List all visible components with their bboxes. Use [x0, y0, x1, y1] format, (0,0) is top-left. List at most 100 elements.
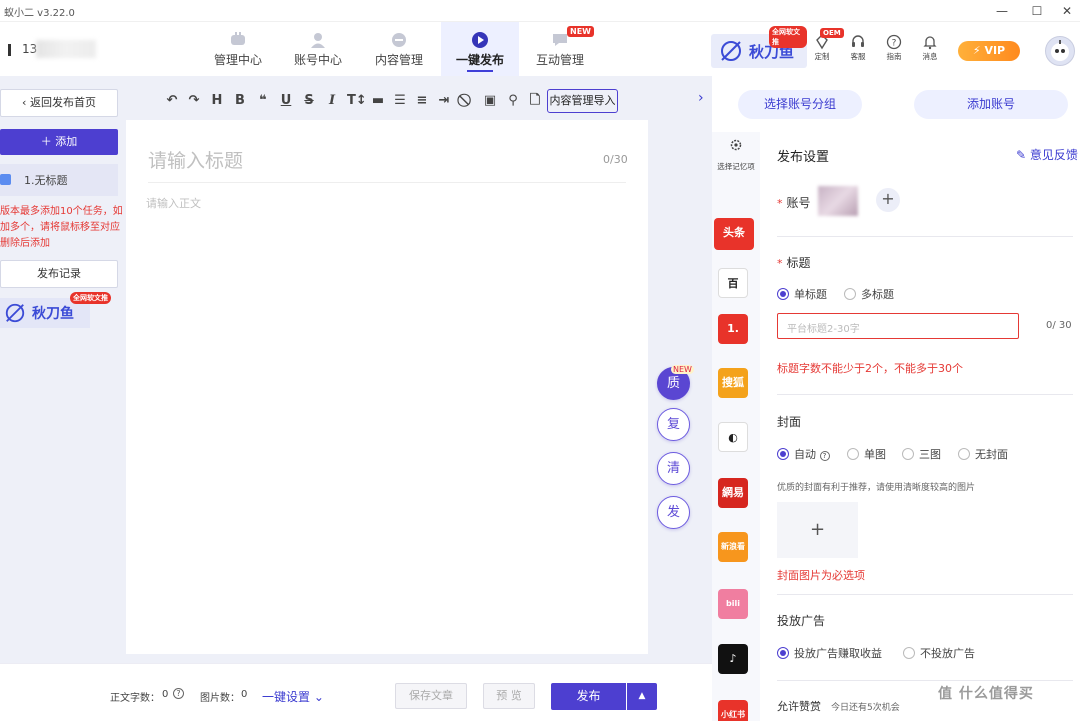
platform-10-icon[interactable]: 小红书 [718, 700, 748, 721]
import-content-button[interactable]: 内容管理导入 [547, 89, 618, 113]
ad-on-radio[interactable]: 投放广告赚取收益 [777, 645, 882, 661]
single-title-radio[interactable]: 单标题 [777, 286, 827, 302]
user-name: 13 [22, 42, 38, 56]
platform-title-input[interactable]: 平台标题2-30字 [777, 313, 1019, 339]
undo-icon[interactable]: ↶ [164, 93, 180, 109]
avatar[interactable] [1045, 36, 1075, 66]
minimize-button[interactable]: — [987, 2, 1017, 20]
editor-area: 请输入标题 0/30 请输入正文 [126, 120, 648, 654]
platform-8-icon[interactable]: bili [718, 589, 748, 619]
feedback-label: 意见反馈 [1029, 148, 1078, 162]
underline-icon[interactable]: U [278, 93, 294, 109]
one-click-settings-link[interactable]: 一键设置 ⌄ [262, 688, 324, 705]
tab-account-center[interactable]: 账号中心 [279, 22, 357, 76]
body-input[interactable]: 请输入正文 [146, 195, 201, 211]
indent-icon[interactable]: ⇥ [436, 93, 452, 109]
bold-icon[interactable]: B [232, 93, 248, 109]
tab-content-management[interactable]: 内容管理 [360, 22, 438, 76]
platform-7-icon[interactable]: 新浪看 [718, 532, 748, 562]
cover-label: 封面 [777, 415, 802, 429]
close-button[interactable]: ✕ [1052, 2, 1080, 20]
title-label: * 标题 [777, 254, 811, 271]
app-title: 蚁小二 v3.22.0 [4, 8, 75, 19]
strike-icon[interactable]: S [301, 93, 317, 109]
title-divider [148, 182, 626, 183]
history-button[interactable]: 发布记录 [0, 260, 118, 288]
watermark: 值 什么值得买 [938, 686, 1034, 702]
list-icon[interactable]: ☰ [392, 93, 408, 109]
tab-management-center[interactable]: 管理中心 [199, 22, 277, 76]
add-account-button[interactable]: 添加账号 [914, 90, 1068, 119]
brand-banner[interactable]: 秋刀鱼 全网软文推 [711, 26, 807, 68]
platform-5-icon[interactable]: ◐ [718, 422, 748, 452]
account-avatar[interactable] [818, 186, 858, 216]
preview-button[interactable]: 预 览 [483, 683, 535, 709]
radio-checked-icon [777, 647, 789, 659]
publish-button[interactable]: 发布 [551, 683, 626, 710]
radio-icon [958, 448, 970, 460]
multi-title-radio[interactable]: 多标题 [844, 286, 894, 302]
publish-float-button[interactable]: 发 [657, 496, 690, 529]
cover-tip: 优质的封面有利于推荐，请使用清晰度较高的图片 [777, 483, 976, 493]
cover-upload-button[interactable]: + [777, 502, 858, 558]
radio-icon [847, 448, 859, 460]
clear-icon[interactable]: ⃠ [459, 93, 475, 109]
memory-button[interactable]: 选择记忆项 [712, 136, 760, 172]
ad-off-radio[interactable]: 不投放广告 [903, 645, 975, 661]
cover-single-radio[interactable]: 单图 [847, 446, 886, 462]
platform-1-icon[interactable]: 头条 [714, 218, 754, 250]
clear-button[interactable]: 清 [657, 452, 690, 485]
platform-9-icon[interactable]: ♪ [718, 644, 748, 674]
platform-3-icon[interactable]: 1. [718, 314, 748, 344]
custom-button[interactable]: 定制 OEM [806, 28, 844, 72]
search-icon[interactable]: ⚲ [505, 93, 521, 109]
vip-button[interactable]: ⚡ VIP [958, 41, 1020, 61]
hr-icon[interactable]: ▬ [370, 93, 386, 109]
collapse-arrow-icon[interactable]: › [698, 90, 704, 106]
bottom-bar: 正文字数： 0 ? 图片数： 0 一键设置 ⌄ 保存文章 预 览 发布 ▲ [0, 663, 712, 721]
guide-button[interactable]: ? 指南 [878, 32, 910, 72]
service-label: 客服 [850, 52, 866, 61]
quote-icon[interactable]: ❝ [255, 93, 271, 109]
cover-none-radio[interactable]: 无封面 [958, 446, 1008, 462]
file-icon[interactable]: 🗋 [527, 93, 543, 109]
save-button[interactable]: 保存文章 [395, 683, 467, 709]
platform-2-icon[interactable]: 百 [718, 268, 748, 298]
help-icon[interactable]: ? [173, 688, 184, 699]
title-input[interactable]: 请输入标题 [148, 146, 243, 173]
ad-on-label: 投放广告赚取收益 [794, 647, 882, 660]
maximize-button[interactable]: ☐ [1022, 2, 1052, 20]
redo-icon[interactable]: ↷ [186, 93, 202, 109]
back-button[interactable]: ‹ 返回发布首页 [0, 89, 118, 117]
publish-float-label: 发 [666, 505, 680, 520]
add-account-plus-button[interactable]: + [876, 188, 900, 212]
active-indicator [467, 70, 493, 72]
feedback-link[interactable]: ✎ 意见反馈 [1016, 146, 1078, 163]
add-task-button[interactable]: ＋ 添加 [0, 129, 118, 155]
task-limit-notice: 版本最多添加10个任务，如 加多个，请将鼠标移至对应 删除后添加 [0, 206, 123, 249]
tab-one-click-publish[interactable]: 一键发布 [441, 22, 519, 76]
task-item[interactable]: 1.无标题 [0, 164, 118, 196]
select-group-button[interactable]: 选择账号分组 [738, 90, 862, 119]
copy-button[interactable]: 复 [657, 408, 690, 441]
radio-checked-icon [777, 448, 789, 460]
cover-auto-radio[interactable]: 自动 ? [777, 446, 830, 462]
brand-banner-left[interactable]: 秋刀鱼 全网软文推 [0, 292, 111, 328]
tab-label: 互动管理 [535, 53, 584, 67]
svg-text:?: ? [892, 39, 897, 49]
platform-4-icon[interactable]: 搜狐 [718, 368, 748, 398]
messages-button[interactable]: 消息 [914, 32, 946, 72]
cover-three-radio[interactable]: 三图 [902, 446, 941, 462]
publish-options-button[interactable]: ▲ [627, 683, 657, 710]
service-button[interactable]: 客服 [842, 32, 874, 72]
image-icon[interactable]: ▣ [482, 93, 498, 109]
divider [777, 680, 1073, 681]
messages-label: 消息 [922, 52, 938, 61]
align-icon[interactable]: ≡ [414, 93, 430, 109]
heading-icon[interactable]: H [209, 93, 225, 109]
plus-icon: ＋ [40, 135, 56, 148]
platform-6-icon[interactable]: 網易 [718, 478, 748, 508]
italic-icon[interactable]: I [324, 93, 340, 109]
font-size-icon[interactable]: T↕ [347, 93, 367, 109]
help-icon: ? [886, 34, 902, 50]
